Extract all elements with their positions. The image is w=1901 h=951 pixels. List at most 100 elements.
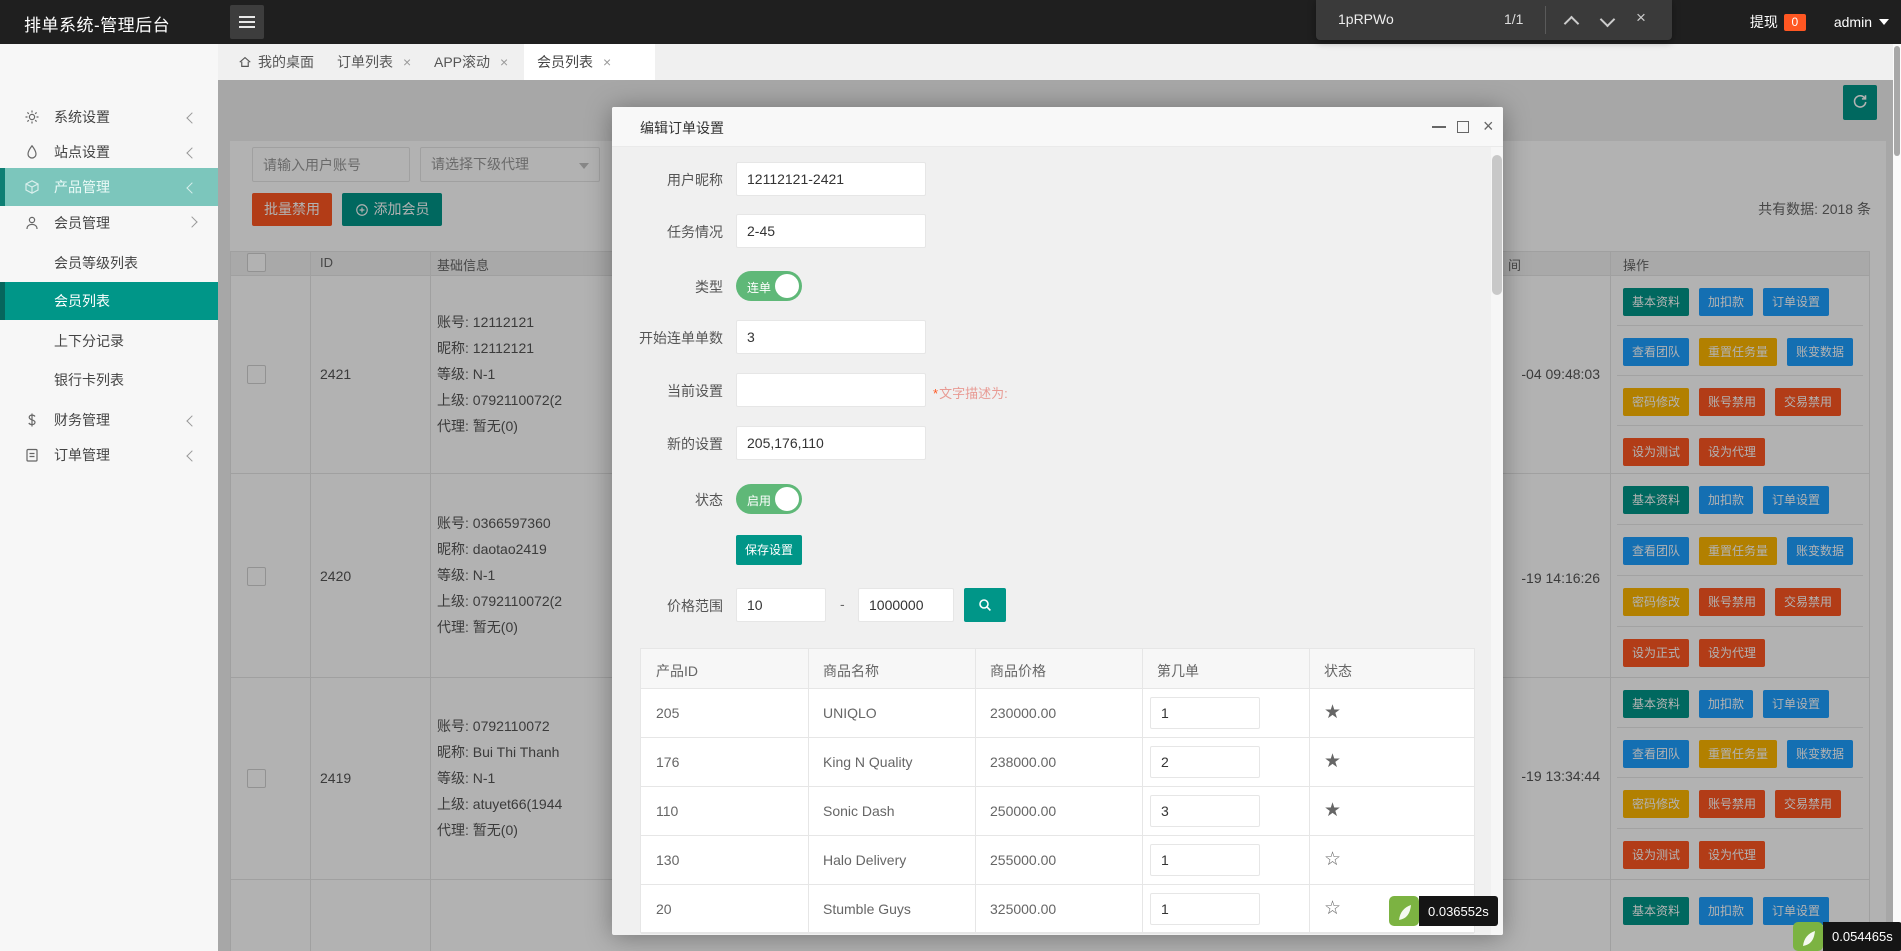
sidebar-item-system-settings[interactable]: 系统设置 (0, 98, 218, 136)
header-right: 提现 0 admin (1750, 0, 1889, 44)
product-price: 250000.00 (990, 803, 1057, 819)
find-previous-icon[interactable] (1563, 15, 1580, 32)
minimize-icon[interactable] (1432, 126, 1446, 128)
leaf-icon (1793, 922, 1823, 951)
product-name: Stumble Guys (823, 901, 911, 917)
gear-icon (24, 109, 40, 125)
sidebar-item-site-settings[interactable]: 站点设置 (0, 133, 218, 171)
task-input[interactable] (736, 214, 926, 248)
find-query[interactable]: 1pRPWo (1338, 11, 1394, 27)
product-name: Sonic Dash (823, 803, 895, 819)
user-menu[interactable]: admin (1834, 14, 1889, 30)
sidebar-item-label: 财务管理 (54, 412, 110, 428)
order-number-input[interactable] (1150, 893, 1260, 925)
star-icon[interactable]: ★ (1324, 701, 1341, 724)
search-icon (979, 599, 991, 611)
sidebar-item-updown-records[interactable]: 上下分记录 (0, 322, 218, 360)
drop-icon (24, 144, 40, 160)
price-max-input[interactable] (858, 588, 954, 622)
tab-order-list[interactable]: 订单列表 × (337, 44, 411, 80)
star-icon[interactable]: ☆ (1324, 848, 1341, 871)
product-name: Halo Delivery (823, 852, 907, 868)
sidebar-subitem-label: 上下分记录 (54, 333, 124, 349)
star-icon[interactable]: ★ (1324, 799, 1341, 822)
product-price: 255000.00 (990, 852, 1057, 868)
start-count-input[interactable] (736, 320, 926, 354)
chevron-left-icon (186, 415, 198, 427)
field-label-new-setting: 新的设置 (667, 436, 723, 452)
tab-label: 订单列表 (337, 54, 393, 70)
divider (1545, 6, 1546, 34)
price-min-input[interactable] (736, 588, 826, 622)
hamburger-menu-icon[interactable] (230, 5, 264, 39)
withdraw-badge: 0 (1783, 13, 1806, 31)
withdraw-label: 提现 (1749, 14, 1778, 30)
withdraw-menu[interactable]: 提现 0 (1750, 12, 1806, 32)
sidebar-item-label: 系统设置 (54, 109, 110, 125)
toggle-knob (775, 487, 799, 511)
type-toggle[interactable]: 连单 (736, 271, 802, 301)
tab-bar: 我的桌面 订单列表 × APP滚动 × 会员列表 × (218, 44, 1901, 80)
perf-badge-inner: 0.036552s (1389, 896, 1498, 926)
clipboard-icon (24, 447, 40, 463)
status-toggle[interactable]: 启用 (736, 484, 802, 514)
sidebar-item-finance-management[interactable]: 财务管理 (0, 401, 218, 439)
username: admin (1833, 14, 1872, 30)
product-row: 20 Stumble Guys 325000.00 ☆ (641, 885, 1474, 934)
close-icon[interactable]: × (403, 54, 411, 70)
dialog-scrollbar[interactable]: ▾ (1491, 147, 1503, 935)
current-setting-input[interactable] (736, 373, 926, 407)
close-icon[interactable]: × (1483, 115, 1494, 137)
sidebar-item-label: 产品管理 (54, 179, 110, 195)
star-icon[interactable]: ★ (1324, 750, 1341, 773)
sidebar-item-member-management[interactable]: 会员管理 (0, 204, 218, 242)
find-close-icon[interactable]: × (1636, 8, 1646, 28)
product-search-button[interactable] (964, 588, 1006, 622)
order-number-input[interactable] (1150, 844, 1260, 876)
product-row: 205 UNIQLO 230000.00 ★ (641, 689, 1474, 738)
product-price: 230000.00 (990, 705, 1057, 721)
order-number-input[interactable] (1150, 697, 1260, 729)
col-status: 状态 (1324, 663, 1352, 679)
box-icon (24, 179, 40, 195)
sidebar-item-member-level-list[interactable]: 会员等级列表 (0, 244, 218, 282)
sidebar-item-member-list[interactable]: 会员列表 (0, 282, 218, 320)
perf-time: 0.054465s (1823, 922, 1901, 951)
product-name: King N Quality (823, 754, 913, 770)
product-price: 238000.00 (990, 754, 1057, 770)
scrollbar-thumb[interactable] (1492, 155, 1502, 295)
product-name: UNIQLO (823, 705, 877, 721)
chevron-left-icon (186, 112, 198, 124)
find-match-count: 1/1 (1504, 11, 1524, 27)
order-number-input[interactable] (1150, 746, 1260, 778)
maximize-icon[interactable] (1457, 121, 1469, 133)
star-icon[interactable]: ☆ (1324, 897, 1341, 920)
close-icon[interactable]: × (603, 54, 611, 70)
tab-app-scroll[interactable]: APP滚动 × (434, 44, 508, 80)
dialog-header: 编辑订单设置 × (612, 107, 1503, 147)
find-next-icon[interactable] (1599, 11, 1616, 28)
field-label-status: 状态 (695, 492, 723, 508)
tab-my-desktop[interactable]: 我的桌面 (238, 44, 314, 80)
order-number-input[interactable] (1150, 795, 1260, 827)
field-note: *文字描述为: (933, 383, 1008, 402)
sidebar-item-bank-card-list[interactable]: 银行卡列表 (0, 361, 218, 399)
sidebar-item-product-management[interactable]: 产品管理 (0, 168, 218, 206)
nickname-input[interactable] (736, 162, 926, 196)
sidebar-item-label: 站点设置 (54, 144, 110, 160)
col-order-number: 第几单 (1157, 663, 1199, 679)
chevron-left-icon (186, 450, 198, 462)
page-scrollbar[interactable] (1893, 44, 1901, 951)
person-icon (24, 215, 40, 231)
field-label-start-count: 开始连单单数 (639, 330, 723, 346)
new-setting-input[interactable] (736, 426, 926, 460)
tab-member-list[interactable]: 会员列表 × (524, 44, 655, 80)
product-id: 176 (656, 754, 680, 770)
close-icon[interactable]: × (500, 54, 508, 70)
sidebar: 系统设置 站点设置 产品管理 会员管理 会员等级列表 会员列表 上下分记录 银行… (0, 44, 218, 951)
sidebar-subitem-label: 会员等级列表 (54, 255, 138, 271)
scrollbar-thumb[interactable] (1894, 46, 1900, 156)
sidebar-item-order-management[interactable]: 订单管理 (0, 436, 218, 474)
field-label-current: 当前设置 (667, 383, 723, 399)
save-settings-button[interactable]: 保存设置 (736, 535, 802, 565)
